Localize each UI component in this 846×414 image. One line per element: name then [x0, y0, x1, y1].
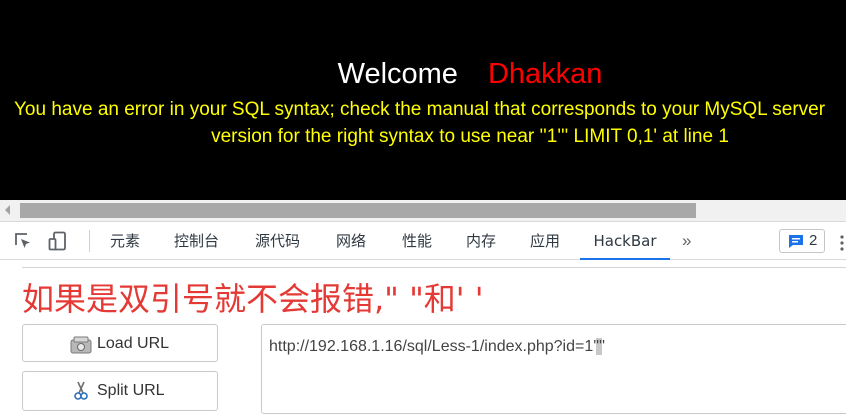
more-options-icon[interactable] — [838, 234, 846, 252]
inspect-element-icon[interactable] — [13, 231, 33, 251]
more-tabs-icon[interactable]: » — [682, 231, 691, 251]
panel-divider — [22, 267, 846, 268]
messages-count: 2 — [809, 232, 818, 249]
url-text-before-caret: http://192.168.1.16/sql/Less-1/index.php… — [269, 338, 597, 355]
split-url-button[interactable]: Split URL — [22, 371, 218, 411]
url-text-after-caret: ' — [601, 338, 606, 355]
device-toolbar-icon[interactable] — [48, 231, 68, 251]
scrollbar-thumb[interactable] — [20, 203, 696, 218]
message-icon — [789, 235, 803, 248]
welcome-name: Dhakkan — [487, 58, 603, 90]
load-url-label: Load URL — [97, 335, 170, 352]
tab-sources[interactable]: 源代码 — [255, 222, 300, 260]
split-url-label: Split URL — [97, 382, 165, 399]
tab-memory[interactable]: 内存 — [466, 222, 496, 260]
load-url-button[interactable]: Load URL — [22, 324, 218, 362]
load-url-icon — [70, 336, 92, 354]
tab-hackbar[interactable]: HackBar — [580, 222, 670, 260]
tab-elements[interactable]: 元素 — [110, 222, 140, 260]
horizontal-scrollbar[interactable] — [0, 200, 846, 221]
annotation-note: 如果是双引号就不会报错," "和' ' — [22, 280, 484, 318]
toolbar-divider — [89, 230, 90, 252]
welcome-label: Welcome — [337, 58, 458, 90]
sql-error-line-2: version for the right syntax to use near… — [211, 126, 729, 147]
url-textarea[interactable]: http://192.168.1.16/sql/Less-1/index.php… — [261, 324, 846, 414]
devtools-toolbar: 元素 控制台 源代码 网络 性能 内存 应用 HackBar » 2 — [0, 221, 846, 260]
scroll-left-arrow-icon[interactable] — [5, 205, 10, 215]
scissors-icon — [74, 381, 88, 400]
messages-badge[interactable]: 2 — [779, 229, 825, 253]
welcome-heading: Welcome Dhakkan — [0, 58, 846, 91]
page-viewport: Welcome Dhakkan You have an error in your… — [0, 0, 846, 200]
url-value: http://192.168.1.16/sql/Less-1/index.php… — [269, 338, 605, 356]
tab-console[interactable]: 控制台 — [174, 222, 219, 260]
sql-error-line-1: You have an error in your SQL syntax; ch… — [14, 99, 826, 120]
sql-error-message: You have an error in your SQL syntax; ch… — [0, 96, 846, 150]
tab-application[interactable]: 应用 — [530, 222, 560, 260]
hackbar-panel: 如果是双引号就不会报错," "和' ' Load URL Split URL h… — [0, 260, 846, 414]
tab-performance[interactable]: 性能 — [402, 222, 432, 260]
tab-network[interactable]: 网络 — [336, 222, 366, 260]
